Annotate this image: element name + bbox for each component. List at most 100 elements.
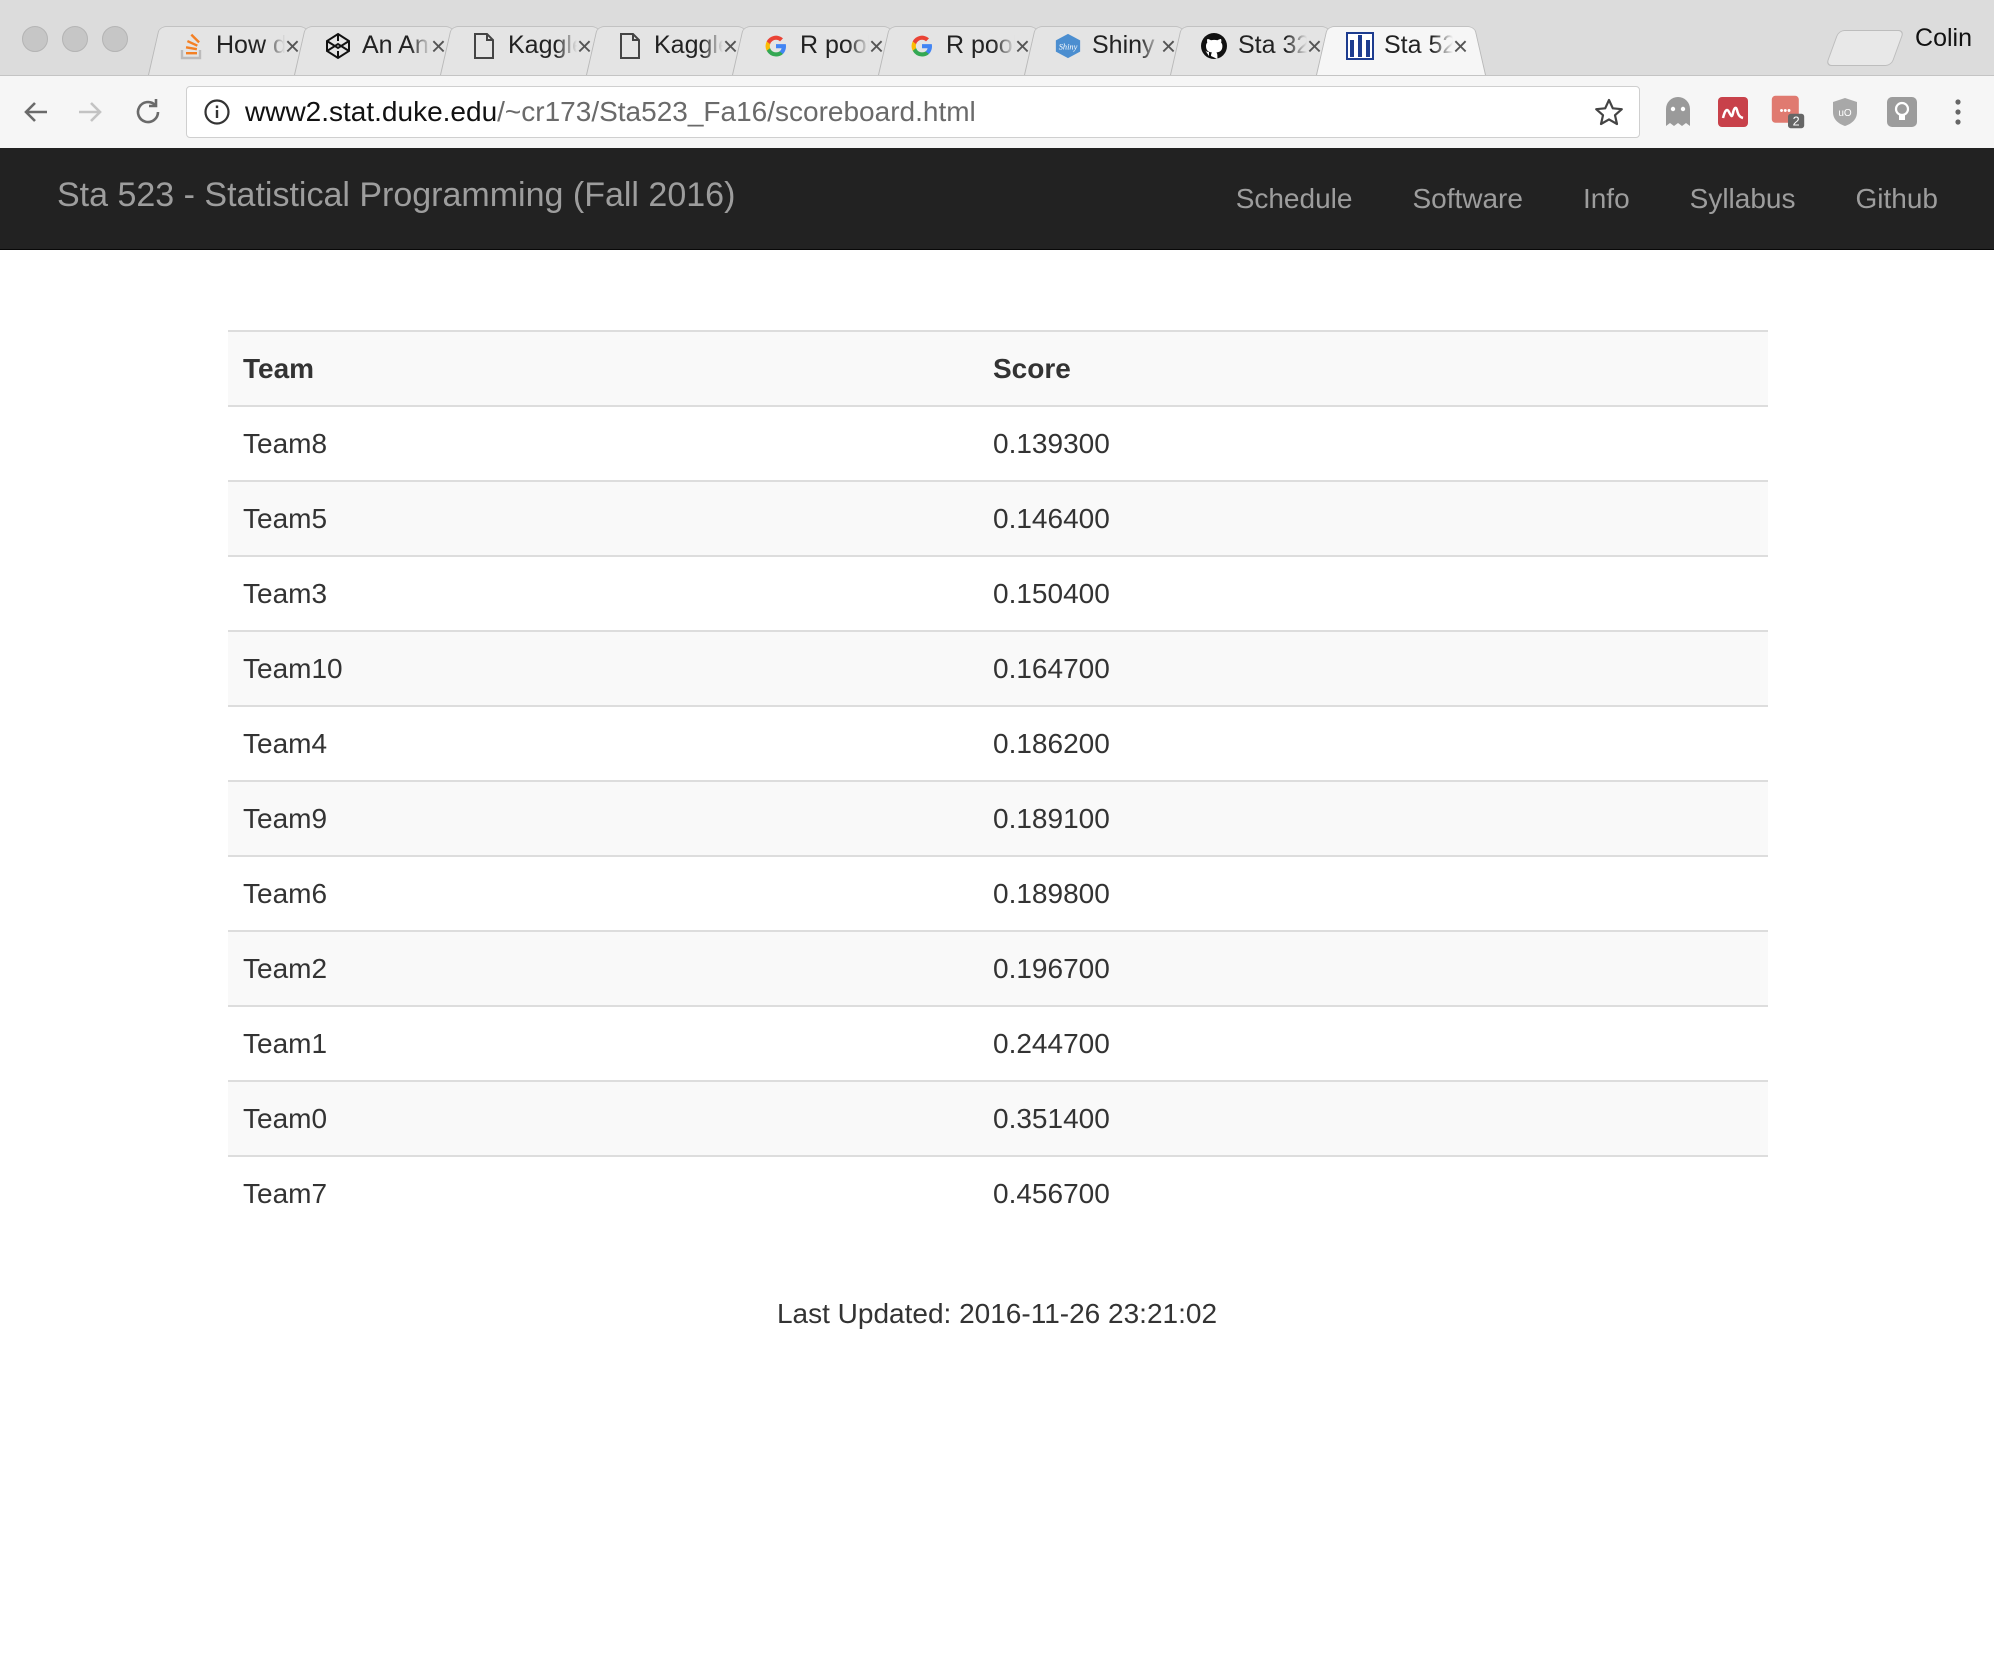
tab-close-icon[interactable]: × [723, 33, 738, 59]
chrome-menu-button[interactable] [1940, 94, 1976, 130]
browser-tab-strip: How do×An And×Kaggle×Kaggle×R pool×R poo… [0, 0, 1994, 76]
lightbulb-extension[interactable] [1884, 94, 1920, 130]
meetup-icon: •••2 [1771, 95, 1805, 129]
meetup-extension[interactable]: ••• 2 [1770, 94, 1806, 130]
team-cell: Team2 [228, 930, 978, 1006]
mendeley-extension[interactable] [1715, 94, 1751, 130]
tab-close-icon[interactable]: × [285, 33, 300, 59]
ghost-icon [1666, 97, 1690, 126]
tab-title: An And [362, 31, 431, 59]
team-cell: Team10 [228, 630, 978, 706]
svg-text:uO: uO [1838, 108, 1852, 119]
zoom-window-button[interactable] [102, 26, 128, 52]
new-tab-button[interactable] [1825, 30, 1905, 66]
page-icon [616, 32, 644, 60]
tab-close-icon[interactable]: × [577, 33, 592, 59]
score-cell: 0.139300 [978, 405, 1768, 481]
tab-close-icon[interactable]: × [1453, 33, 1468, 59]
tab-close-icon[interactable]: × [1015, 33, 1030, 59]
browser-tab[interactable]: Sta 32 × [1170, 16, 1340, 75]
google-icon [908, 32, 936, 60]
close-window-button[interactable] [22, 26, 48, 52]
bookmark-star-icon[interactable] [1593, 97, 1625, 129]
site-brand[interactable]: Sta 523 - Statistical Programming (Fall … [57, 176, 735, 215]
forward-arrow-icon [79, 102, 102, 122]
forward-button[interactable] [72, 94, 108, 130]
page-icon [470, 32, 498, 60]
codepen-icon [324, 32, 352, 60]
more-vertical-icon [1955, 99, 1961, 125]
column-header-score: Score [978, 330, 1768, 406]
team-cell: Team8 [228, 405, 978, 481]
nav-link-github[interactable]: Github [1856, 183, 1939, 215]
address-bar[interactable]: www2.stat.duke.edu/~cr173/Sta523_Fa16/sc… [186, 86, 1640, 138]
table-row: Team5 0.146400 [228, 480, 1768, 556]
nav-link-software[interactable]: Software [1412, 183, 1523, 215]
team-cell: Team6 [228, 855, 978, 931]
table-row: Team2 0.196700 [228, 930, 1768, 1006]
table-row: Team9 0.189100 [228, 780, 1768, 856]
score-cell: 0.456700 [978, 1155, 1768, 1230]
url-path: /~cr173/Sta523_Fa16/scoreboard.html [497, 96, 976, 127]
info-icon[interactable] [203, 98, 231, 126]
table-header-row: Team Score [228, 330, 1768, 406]
url-host: www2.stat.duke.edu [245, 96, 498, 127]
minimize-window-button[interactable] [62, 26, 88, 52]
score-cell: 0.351400 [978, 1080, 1768, 1156]
tab-title: R pool [946, 31, 1015, 59]
nav-link-syllabus[interactable]: Syllabus [1690, 183, 1796, 215]
score-cell: 0.186200 [978, 705, 1768, 781]
tab-close-icon[interactable]: × [1161, 33, 1176, 59]
score-cell: 0.146400 [978, 480, 1768, 556]
reload-icon [136, 99, 160, 124]
tab-title: Sta 523 [1384, 31, 1453, 59]
duke-icon [1346, 31, 1374, 60]
back-arrow-icon [24, 102, 47, 122]
mendeley-icon [1718, 97, 1748, 127]
team-cell: Team7 [228, 1155, 978, 1230]
table-row: Team4 0.186200 [228, 705, 1768, 781]
table-row: Team7 0.456700 [228, 1155, 1768, 1230]
table-row: Team10 0.164700 [228, 630, 1768, 706]
team-cell: Team1 [228, 1005, 978, 1081]
browser-tab[interactable]: How do× [148, 16, 318, 75]
score-cell: 0.244700 [978, 1005, 1768, 1081]
team-cell: Team5 [228, 480, 978, 556]
score-cell: 0.196700 [978, 930, 1768, 1006]
browser-tab[interactable]: Kaggle× [586, 16, 756, 75]
browser-tab[interactable]: Shiny Shiny -× [1024, 16, 1194, 75]
window-controls [22, 26, 128, 52]
tab-close-icon[interactable]: × [869, 33, 884, 59]
ghostery-extension[interactable] [1660, 94, 1696, 130]
lightbulb-icon [1887, 97, 1917, 127]
shiny-icon: Shiny [1054, 32, 1082, 60]
reload-button[interactable] [130, 94, 166, 130]
github-icon [1200, 32, 1228, 60]
scoreboard-rows: Team8 0.139300 Team5 0.146400 Team3 0.150400 T… [228, 405, 1768, 1230]
browser-tab[interactable]: R pool × [732, 16, 902, 75]
nav-link-schedule[interactable]: Schedule [1236, 183, 1353, 215]
nav-link-info[interactable]: Info [1583, 183, 1630, 215]
tab-title: How do [216, 31, 285, 59]
score-cell: 0.164700 [978, 630, 1768, 706]
profile-name[interactable]: Colin [1915, 24, 1972, 53]
browser-tab[interactable]: Kaggle× [440, 16, 610, 75]
browser-tab[interactable]: Sta 523× [1316, 16, 1486, 75]
tab-title: Sta 32 [1238, 31, 1307, 59]
table-row: Team8 0.139300 [228, 405, 1768, 481]
url-text[interactable]: www2.stat.duke.edu/~cr173/Sta523_Fa16/sc… [245, 96, 976, 128]
browser-tab[interactable]: R pool × [878, 16, 1048, 75]
team-cell: Team9 [228, 780, 978, 856]
stackoverflow-icon [178, 32, 206, 60]
ublock-extension[interactable]: uO [1827, 94, 1863, 130]
tab-close-icon[interactable]: × [431, 33, 446, 59]
score-cell: 0.189800 [978, 855, 1768, 931]
tab-title: R pool [800, 31, 869, 59]
tab-title: Kaggle [508, 31, 577, 59]
browser-toolbar: www2.stat.duke.edu/~cr173/Sta523_Fa16/sc… [0, 76, 1994, 149]
google-icon [762, 32, 790, 60]
browser-tab[interactable]: An And× [294, 16, 464, 75]
last-updated-text: Last Updated: 2016-11-26 23:21:02 [776, 1298, 1218, 1329]
svg-text:Shiny: Shiny [1059, 42, 1078, 51]
back-button[interactable] [18, 94, 54, 130]
